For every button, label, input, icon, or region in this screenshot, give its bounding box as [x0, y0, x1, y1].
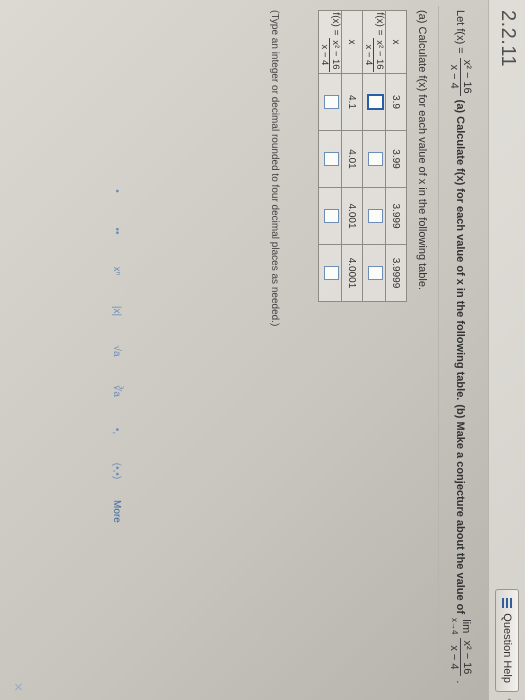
limit-word: lim	[460, 619, 473, 634]
fraction-tool-button[interactable]: •	[109, 180, 125, 202]
table-row: x 4.1 4.01 4.001 4.0001	[341, 10, 363, 302]
x-value-cell: 3.9	[385, 73, 407, 131]
more-tools-link[interactable]: More	[112, 500, 123, 523]
fx-label-fraction: x² − 16 x − 4	[363, 38, 385, 72]
table-row: x 3.9 3.99 3.999 3.9999	[385, 10, 407, 302]
fx-label-denominator: x − 4	[319, 44, 330, 66]
question-page: 2.2.11 Question Help ‹ Let f(x) = x² − 1…	[0, 0, 525, 700]
answer-input[interactable]	[324, 209, 339, 223]
x-value-cell: 4.1	[341, 73, 363, 131]
fx-label-numerator: x² − 16	[329, 38, 341, 72]
top-bar: 2.2.11 Question Help ‹	[488, 0, 525, 700]
x-value-cell: 3.9999	[385, 244, 407, 302]
answer-cell	[318, 244, 342, 302]
divider	[438, 6, 439, 696]
absolute-value-tool-button[interactable]: |x|	[109, 300, 125, 322]
limit-subscript: x→4	[450, 618, 460, 635]
square-root-tool-button[interactable]: √a	[109, 340, 125, 362]
limit-numerator: x² − 16	[460, 638, 473, 677]
fraction-denominator: x − 4	[448, 64, 460, 89]
part-a-text: (a) Calculate f(x) for each value of x i…	[454, 99, 467, 401]
list-icon	[502, 598, 512, 609]
fx-label: f(x) =	[374, 12, 385, 36]
math-toolbar: • •• xⁿ |x| √a ∛a •, (•,•) More	[109, 180, 125, 523]
x-value-cell: 4.0001	[341, 244, 363, 302]
answer-input[interactable]	[324, 95, 339, 109]
fx-label-cell: f(x) = x² − 16 x − 4	[318, 10, 342, 74]
interval-tool-button[interactable]: (•,•)	[109, 460, 125, 482]
question-help-button[interactable]: Question Help	[495, 589, 519, 692]
exponent-tool-button[interactable]: xⁿ	[109, 260, 125, 282]
section-number: 2.2.11	[497, 10, 519, 68]
answer-cell	[362, 244, 386, 302]
x-value-cell: 4.001	[341, 187, 363, 245]
answer-input[interactable]	[367, 94, 384, 110]
fx-label: f(x) =	[330, 12, 341, 36]
answer-input[interactable]	[324, 266, 339, 280]
nth-root-tool-button[interactable]: ∛a	[109, 380, 125, 402]
table-row: f(x) = x² − 16 x − 4	[318, 10, 342, 302]
answer-input[interactable]	[324, 152, 339, 166]
limit-operator: lim x→4	[450, 618, 473, 635]
close-icon[interactable]: ✕	[11, 682, 25, 692]
answer-cell	[362, 187, 386, 245]
answer-hint: (Type an integer or decimal rounded to f…	[269, 10, 280, 327]
x-value-cell: 4.01	[341, 130, 363, 188]
function-fraction: x² − 16 x − 4	[448, 57, 473, 96]
decimal-tool-button[interactable]: •,	[109, 420, 125, 442]
fx-label-fraction: x² − 16 x − 4	[319, 38, 341, 72]
answer-cell	[318, 130, 342, 188]
answer-cell	[318, 187, 342, 245]
x-label-cell: x	[385, 10, 407, 74]
answer-input[interactable]	[368, 209, 383, 223]
answer-input[interactable]	[368, 152, 383, 166]
limit-fraction: x² − 16 x − 4	[448, 638, 473, 677]
mixed-number-tool-button[interactable]: ••	[109, 220, 125, 242]
values-table: x 3.9 3.99 3.999 3.9999 f(x) = x² − 16 x…	[318, 10, 407, 302]
screen: 2.2.11 Question Help ‹ Let f(x) = x² − 1…	[0, 0, 525, 700]
x-value-cell: 3.99	[385, 130, 407, 188]
fx-label-numerator: x² − 16	[373, 38, 385, 72]
question-help-label: Question Help	[501, 613, 513, 683]
question-text: Let f(x) = x² − 16 x − 4 (a) Calculate f…	[448, 10, 473, 690]
fx-label-cell: f(x) = x² − 16 x − 4	[362, 10, 386, 74]
limit-denominator: x − 4	[448, 645, 460, 670]
part-b-text: (b) Make a conjecture about the value of	[454, 404, 467, 615]
answer-input[interactable]	[368, 266, 383, 280]
instruction-text: (a) Calculate f(x) for each value of x i…	[416, 10, 428, 291]
fx-label-denominator: x − 4	[363, 44, 374, 66]
answer-cell	[362, 130, 386, 188]
answer-cell	[318, 73, 342, 131]
fraction-numerator: x² − 16	[460, 57, 473, 96]
answer-cell	[362, 73, 386, 131]
table-row: f(x) = x² − 16 x − 4	[362, 10, 386, 302]
question-let: Let f(x) =	[454, 10, 467, 54]
x-value-cell: 3.999	[385, 187, 407, 245]
x-label-cell: x	[341, 10, 363, 74]
question-end: .	[454, 680, 467, 684]
